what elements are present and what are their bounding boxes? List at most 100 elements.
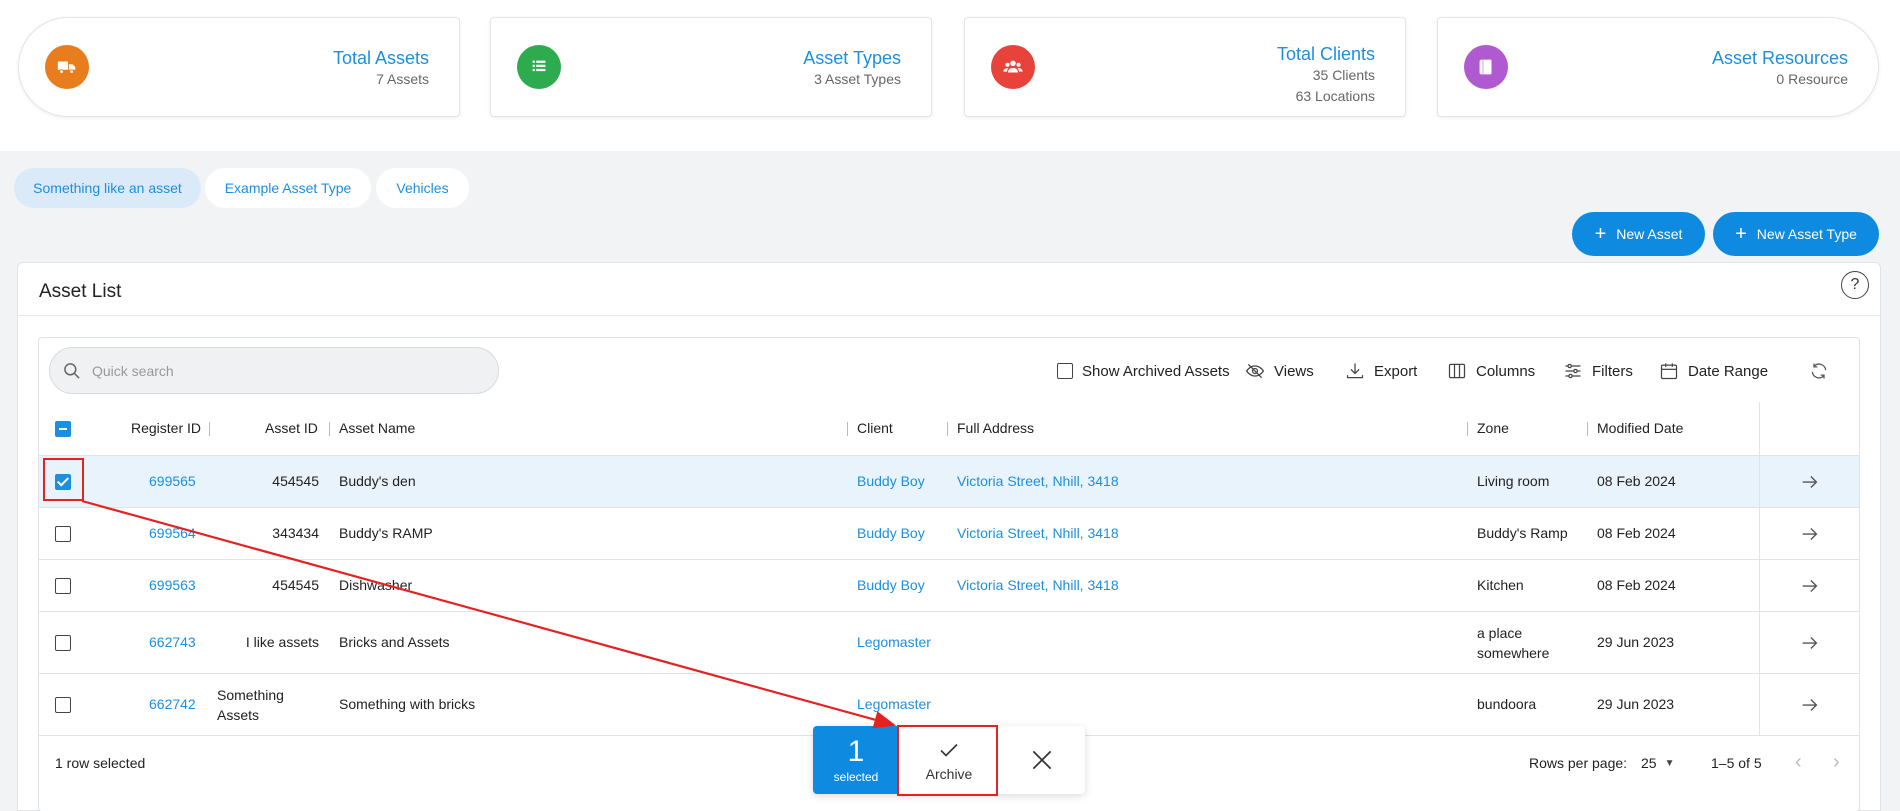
list-icon (517, 45, 561, 89)
stats-section: Total Assets 7 Assets Asset Types 3 Asse… (0, 0, 1900, 151)
header-modified-date[interactable]: Modified Date (1597, 420, 1683, 436)
stat-value: 7 Assets (376, 71, 429, 87)
stat-card-asset-types[interactable]: Asset Types 3 Asset Types (490, 17, 932, 117)
caret-down-icon: ▼ (1664, 757, 1675, 769)
open-row-button[interactable] (1759, 508, 1859, 559)
selected-count-badge: 1 selected (813, 726, 899, 794)
asset-id-cell: 454545 (272, 473, 319, 489)
panel-title: Asset List (39, 281, 122, 302)
rows-per-page-select[interactable]: 25 ▼ (1641, 755, 1674, 771)
show-archived-toggle[interactable]: Show Archived Assets (1057, 360, 1230, 382)
stat-card-asset-resources[interactable]: Asset Resources 0 Resource (1437, 17, 1879, 117)
open-row-button[interactable] (1759, 560, 1859, 611)
search-input[interactable] (92, 362, 472, 379)
new-asset-button[interactable]: + New Asset (1572, 212, 1705, 256)
open-row-button[interactable] (1759, 612, 1859, 673)
tab-vehicles[interactable]: Vehicles (376, 168, 469, 208)
client-link[interactable]: Legomaster (857, 634, 931, 650)
client-link[interactable]: Buddy Boy (857, 525, 925, 541)
new-asset-type-label: New Asset Type (1756, 226, 1857, 242)
register-id-link[interactable]: 699564 (149, 525, 196, 541)
prev-page-icon[interactable]: ‹ (1795, 751, 1802, 774)
header-asset-name[interactable]: Asset Name (339, 420, 415, 436)
columns-button[interactable]: Columns (1447, 360, 1535, 382)
views-button[interactable]: Views (1245, 360, 1314, 382)
columns-icon (1448, 363, 1466, 379)
stat-card-total-assets[interactable]: Total Assets 7 Assets (18, 17, 460, 117)
address-link[interactable]: Victoria Street, Nhill, 3418 (957, 525, 1119, 541)
show-archived-label: Show Archived Assets (1082, 362, 1230, 380)
table-row[interactable]: 699564 343434 Buddy's RAMP Buddy Boy Vic… (39, 508, 1859, 560)
client-link[interactable]: Legomaster (857, 696, 931, 712)
stat-card-total-clients[interactable]: Total Clients 35 Clients 63 Locations (964, 17, 1406, 117)
asset-id-cell: I like assets (245, 634, 319, 650)
header-full-address[interactable]: Full Address (957, 420, 1034, 436)
rows-per-page-value: 25 (1641, 755, 1657, 771)
asset-name-cell: Dishwasher (339, 577, 413, 593)
rows-per-page-label: Rows per page: (1529, 755, 1628, 771)
row-checkbox[interactable] (55, 697, 71, 713)
column-separator[interactable] (1587, 422, 1588, 436)
archive-button[interactable]: Archive (899, 726, 999, 794)
help-icon[interactable]: ? (1841, 271, 1869, 299)
date-range-button[interactable]: Date Range (1659, 360, 1768, 382)
header-zone[interactable]: Zone (1477, 420, 1509, 436)
address-link[interactable]: Victoria Street, Nhill, 3418 (957, 473, 1119, 489)
table-row[interactable]: 699563 454545 Dishwasher Buddy Boy Victo… (39, 560, 1859, 612)
column-separator[interactable] (847, 422, 848, 436)
table-row[interactable]: 699565 454545 Buddy's den Buddy Boy Vict… (39, 456, 1859, 508)
row-checkbox[interactable] (55, 474, 71, 490)
tab-example-asset-type[interactable]: Example Asset Type (205, 168, 371, 208)
asset-id-cell: 454545 (272, 577, 319, 593)
close-icon (1032, 750, 1052, 770)
sliders-icon (1565, 363, 1581, 379)
select-all-checkbox[interactable] (55, 421, 71, 437)
register-id-link[interactable]: 662743 (149, 634, 196, 650)
users-icon (991, 45, 1035, 89)
tab-something-like-an-asset[interactable]: Something like an asset (14, 168, 201, 208)
register-id-link[interactable]: 699563 (149, 577, 196, 593)
row-checkbox[interactable] (55, 526, 71, 542)
row-checkbox[interactable] (55, 578, 71, 594)
column-separator[interactable] (329, 422, 330, 436)
arrow-right-icon (1802, 527, 1817, 540)
register-id-link[interactable]: 699565 (149, 473, 196, 489)
show-archived-checkbox[interactable] (1057, 363, 1073, 379)
plus-icon: + (1735, 223, 1747, 245)
header-client[interactable]: Client (857, 420, 893, 436)
selection-status: 1 row selected (55, 755, 146, 771)
columns-label: Columns (1476, 362, 1536, 380)
register-id-link[interactable]: 662742 (149, 696, 196, 712)
zone-cell: Living room (1477, 473, 1550, 489)
column-separator[interactable] (947, 422, 948, 436)
refresh-button[interactable] (1809, 360, 1829, 382)
column-separator[interactable] (209, 422, 210, 436)
selected-label: selected (833, 770, 879, 784)
column-separator[interactable] (1467, 422, 1468, 436)
filters-button[interactable]: Filters (1563, 360, 1633, 382)
table-row[interactable]: 662743 I like assets Bricks and Assets L… (39, 612, 1859, 674)
header-register-id[interactable]: Register ID (131, 420, 201, 436)
new-asset-type-button[interactable]: + New Asset Type (1713, 212, 1879, 256)
next-page-icon[interactable]: › (1833, 751, 1840, 774)
zone-cell: Buddy's Ramp (1477, 525, 1568, 541)
modified-date-cell: 08 Feb 2024 (1597, 473, 1676, 489)
search-box[interactable] (49, 347, 499, 394)
stat-title: Total Clients (1276, 44, 1375, 64)
zone-cell: bundoora (1477, 696, 1537, 712)
open-row-button[interactable] (1759, 456, 1859, 507)
open-row-button[interactable] (1759, 674, 1859, 735)
close-button[interactable] (999, 726, 1085, 794)
search-icon (64, 362, 80, 378)
header-asset-id[interactable]: Asset ID (265, 420, 318, 436)
selected-count: 1 (847, 735, 865, 768)
arrow-right-icon (1802, 579, 1817, 592)
client-link[interactable]: Buddy Boy (857, 473, 925, 489)
header-actions-column (1759, 402, 1859, 456)
export-button[interactable]: Export (1345, 360, 1417, 382)
row-checkbox[interactable] (55, 635, 71, 651)
stat-title: Total Assets (332, 48, 429, 68)
address-link[interactable]: Victoria Street, Nhill, 3418 (957, 577, 1119, 593)
asset-name-cell: Buddy's RAMP (339, 525, 433, 541)
client-link[interactable]: Buddy Boy (857, 577, 925, 593)
